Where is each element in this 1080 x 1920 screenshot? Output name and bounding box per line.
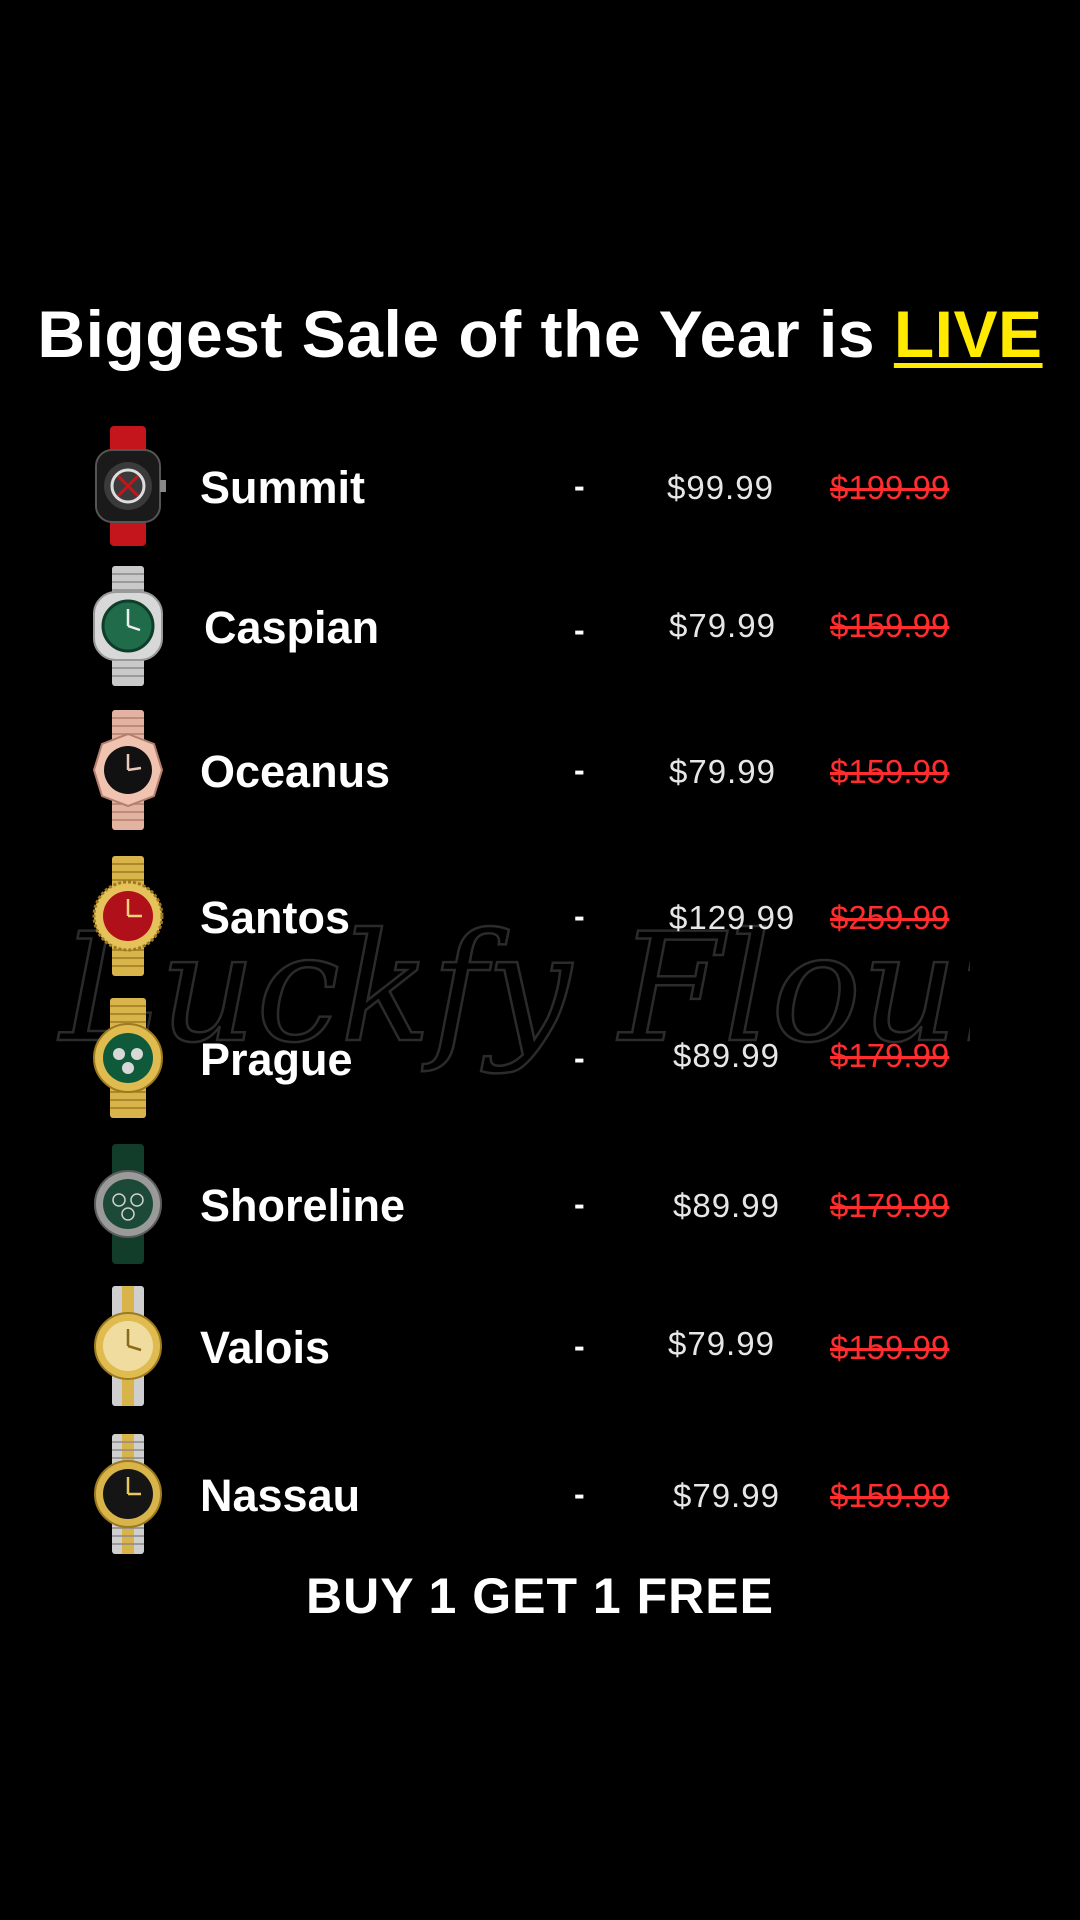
headline-live-accent: LIVE [893,297,1043,371]
promo-banner: BUY 1 GET 1 FREE [306,1568,774,1624]
original-price: $259.99 [830,899,950,936]
watch-silver-green-icon [84,564,172,688]
watch-green-leather-icon [84,1142,172,1266]
product-name: Oceanus [200,746,391,797]
product-row-valois[interactable]: Valois - $79.99 $159.99 [0,1284,1080,1408]
watch-gold-green-chrono-icon [84,996,172,1120]
original-price: $199.99 [830,469,950,506]
watch-twotone-black-icon [84,1432,172,1556]
original-price: $159.99 [830,753,950,790]
product-name: Prague [200,1034,353,1085]
product-row-nassau[interactable]: Nassau - $79.99 $159.99 [0,1432,1080,1556]
sale-price: $129.99 [669,899,796,936]
product-separator: - [574,898,585,934]
product-separator: - [574,1186,585,1222]
product-row-santos[interactable]: Santos - $129.99 $259.99 [0,854,1080,978]
product-separator: - [574,1040,585,1076]
product-separator: - [574,1328,585,1364]
product-separator: - [574,468,585,504]
sale-price: $79.99 [669,753,776,790]
sale-headline: Biggest Sale of the Year is LIVE [0,292,1080,376]
sale-price: $99.99 [667,469,774,506]
watch-red-skeleton-icon [84,424,172,548]
sale-price: $79.99 [669,607,776,644]
product-row-prague[interactable]: Prague - $89.99 $179.99 [0,996,1080,1120]
product-name: Summit [200,462,366,513]
watch-twotone-champagne-icon [84,1284,172,1408]
product-row-shoreline[interactable]: Shoreline - $89.99 $179.99 [0,1142,1080,1266]
product-row-caspian[interactable]: Caspian - $79.99 $159.99 [0,564,1080,688]
original-price: $159.99 [830,607,950,644]
original-price: $179.99 [830,1187,950,1224]
watch-gold-red-icon [84,854,172,978]
product-name: Santos [200,892,351,943]
product-name: Shoreline [200,1180,406,1231]
product-row-oceanus[interactable]: Oceanus - $79.99 $159.99 [0,708,1080,832]
sale-price: $89.99 [673,1037,780,1074]
product-name: Valois [200,1322,331,1373]
sale-price: $79.99 [668,1325,775,1362]
sale-price: $79.99 [673,1477,780,1514]
watch-rosegold-black-icon [84,708,172,832]
product-row-summit[interactable]: Summit - $99.99 $199.99 [0,424,1080,548]
original-price: $179.99 [830,1037,950,1074]
product-name: Caspian [204,602,380,653]
product-name: Nassau [200,1470,361,1521]
original-price: $159.99 [830,1329,950,1366]
original-price: $159.99 [830,1477,950,1514]
product-separator: - [574,612,585,648]
sale-price: $89.99 [673,1187,780,1224]
headline-text: Biggest Sale of the Year is [37,297,894,371]
product-separator: - [574,1476,585,1512]
product-separator: - [574,752,585,788]
